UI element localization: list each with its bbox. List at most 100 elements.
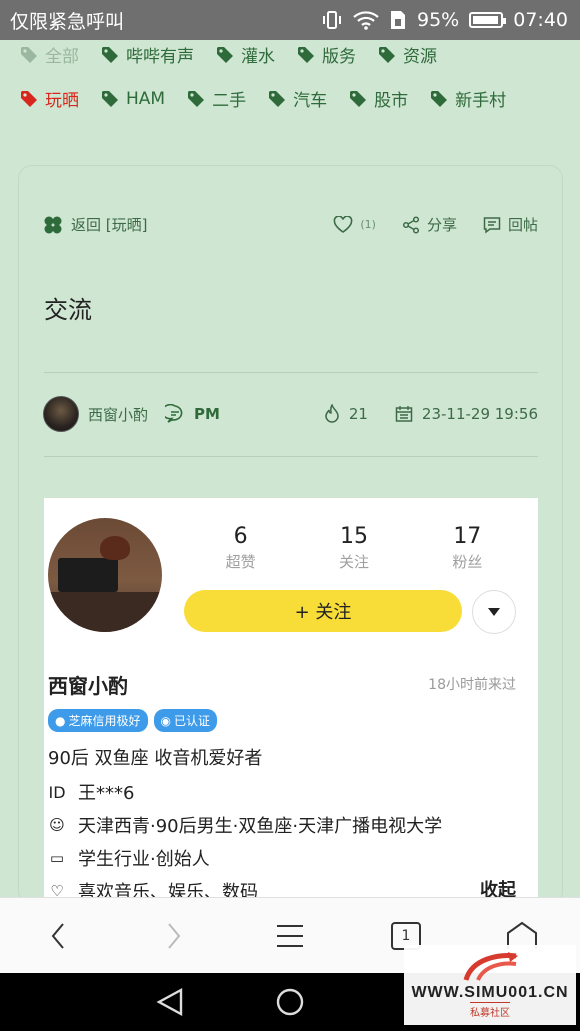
profile-industry-row: ▭ 学生行业·创始人 [48,845,210,871]
tag-icon [350,90,367,107]
profile-id-row: ID 王***6 [48,779,134,805]
author-avatar[interactable] [43,396,79,432]
reply-label: 回帖 [507,216,538,234]
stat-value: 6 [233,524,248,549]
stat-following: 15 关注 [339,524,369,572]
wifi-icon [353,11,379,30]
caret-down-icon [488,608,500,616]
reply-button[interactable]: 回帖 [483,214,538,235]
id-label: ID [48,782,66,802]
tag-label: 哔哔有声 [126,47,194,67]
stat-likes: 6 超赞 [226,524,256,572]
chevron-left-icon [51,922,64,949]
tag-icon [102,90,118,107]
tag-ham[interactable]: HAM [101,86,165,111]
tag-label: 资源 [403,47,437,67]
tag-label: 汽车 [293,91,328,111]
tab-count: 1 [401,927,411,944]
divider [44,372,538,373]
tag-label: 二手 [212,91,247,111]
profile-details-row: ☺ 天津西青·90后男生·双鱼座·天津广播电视大学 [48,812,442,838]
post-card: 返回 [玩晒] (1) 分享 回帖 交流 西窗小酌 PM 21 23-11-29… [18,165,563,906]
stat-fans: 17 粉丝 [452,524,482,572]
tag-car[interactable]: 汽车 [268,86,327,111]
badge-label: 芝麻信用极好 [68,714,141,728]
profile-screenshot-image: 6 超赞 15 关注 17 粉丝 + 关注 西窗小酌 18小时前来过 ● 芝麻信用极好 … [44,498,538,906]
more-dropdown [472,590,516,634]
tag-label: 版务 [322,47,356,67]
tag-icon [21,46,37,63]
forward-button[interactable] [144,906,204,966]
tag-secondhand[interactable]: 二手 [187,86,246,111]
tag-label: HAM [126,88,166,109]
tag-stock[interactable]: 股市 [349,86,408,111]
tag-icon [298,46,314,63]
watermark-text: WWW.SIMU001.CN [411,984,569,1001]
share-button[interactable]: 分享 [402,214,457,235]
share-label: 分享 [426,216,457,234]
chevron-right-icon [168,922,181,949]
tag-newbie[interactable]: 新手村 [430,86,506,111]
status-bar: 仅限紧急呼叫 95% 07:40 [0,0,580,40]
tag-water[interactable]: 灌水 [216,42,275,67]
message-icon [165,404,183,423]
tag-icon [379,46,395,63]
sim-icon [391,11,405,29]
tag-row-1: 全部 哔哔有声 灌水 版务 资源 [20,42,565,67]
like-count: (1) [360,218,376,231]
author-name[interactable]: 西窗小酌 [88,404,148,425]
pm-button[interactable]: PM [194,405,220,423]
post-title: 交流 [44,296,92,324]
drop-icon: ● [55,713,66,728]
tag-showoff[interactable]: 玩晒 [20,86,79,111]
heart-icon [334,215,353,233]
profile-name: 西窗小酌 [48,674,128,698]
profile-id: 王***6 [78,783,135,804]
tag-icon [431,90,448,107]
tag-row-2: 玩晒 HAM 二手 汽车 股市 新手村 [20,86,565,111]
tag-resource[interactable]: 资源 [378,42,437,67]
back-button[interactable] [28,906,88,966]
carrier-text: 仅限紧急呼叫 [10,10,125,33]
credit-badge: ● 芝麻信用极好 [48,709,148,732]
like-button[interactable]: (1) [333,215,376,234]
logo-icon [463,952,518,981]
tag-all[interactable]: 全部 [20,42,79,67]
nav-back-icon[interactable] [155,987,185,1017]
status-icons: 95% 07:40 [321,9,568,31]
profile-details: 天津西青·90后男生·双鱼座·天津广播电视大学 [78,816,443,837]
stat-label: 粉丝 [452,553,483,571]
tag-icon [217,46,233,63]
post-action-bar: 返回 [玩晒] (1) 分享 回帖 [43,214,538,235]
nav-home-icon[interactable] [275,987,305,1017]
reply-icon [483,216,501,233]
last-seen: 18小时前来过 [428,677,516,693]
stat-label: 超赞 [225,553,256,571]
divider [44,456,538,457]
watermark-logo: WWW.SIMU001.CN 私募社区 [404,945,576,1025]
tag-label: 全部 [45,47,79,67]
briefcase-icon: ▭ [49,849,65,867]
tag-icon [188,90,205,107]
back-link[interactable]: 返回 [玩晒] [43,214,147,235]
menu-button[interactable] [260,906,320,966]
tag-label: 新手村 [455,91,507,111]
profile-stats: 6 超赞 15 关注 17 粉丝 [184,524,524,572]
vibrate-icon [323,11,341,29]
tag-icon [102,46,118,63]
calendar-icon [395,406,413,422]
profile-badges: ● 芝麻信用极好 ◉ 已认证 [48,709,217,732]
battery-icon [469,12,507,28]
post-meta: 西窗小酌 PM 21 23-11-29 19:56 [43,396,538,432]
tag-admin[interactable]: 版务 [297,42,356,67]
profile-bio: 90后 双鱼座 收音机爱好者 [48,748,263,769]
verified-badge: ◉ 已认证 [153,709,217,732]
shield-icon: ◉ [160,713,171,728]
tag-label: 玩晒 [45,91,79,111]
tag-label: 股市 [374,91,409,111]
badge-label: 已认证 [173,714,210,728]
tag-icon [269,90,286,107]
stat-value: 15 [339,524,368,549]
tag-bibi[interactable]: 哔哔有声 [101,42,194,67]
back-label: 返回 [玩晒] [71,216,148,234]
